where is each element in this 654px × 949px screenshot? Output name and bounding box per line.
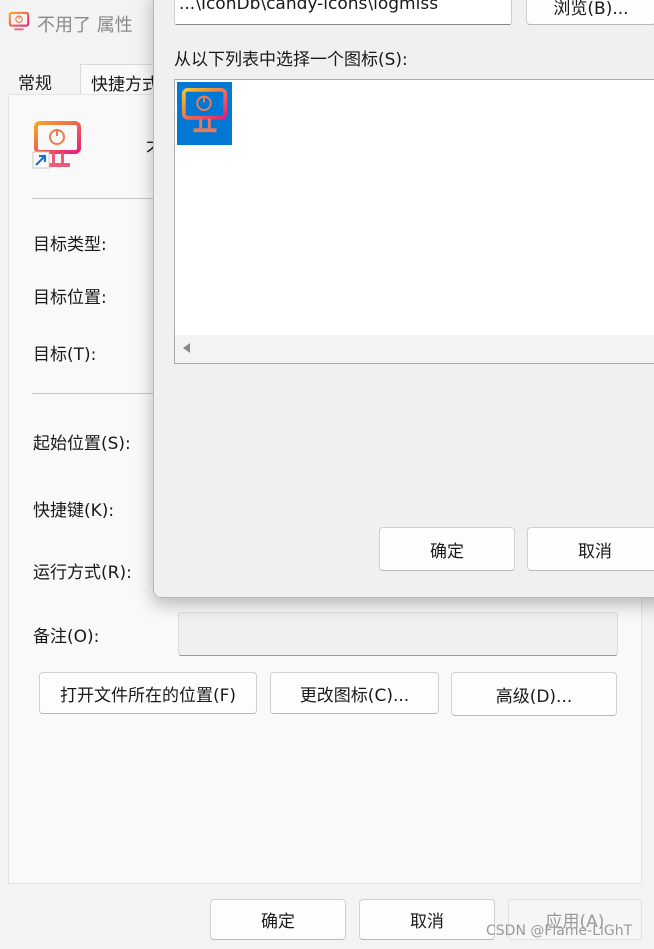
divider (32, 198, 162, 199)
watermark: CSDN @Flame-LiGhT (486, 923, 633, 939)
change-icon-button[interactable]: 更改图标(C)... (270, 672, 439, 714)
icon-list-label: 从以下列表中选择一个图标(S): (174, 50, 408, 70)
icon-path-input[interactable]: ...\IconDb\candy-icons\logmiss (174, 0, 512, 25)
icon-list[interactable] (174, 79, 654, 364)
run-mode-label: 运行方式(R): (33, 563, 132, 583)
dialog-cancel-button[interactable]: 取消 (527, 527, 654, 571)
app-monitor-icon (8, 11, 30, 31)
ok-button[interactable]: 确定 (210, 899, 346, 940)
comment-input[interactable] (178, 612, 618, 656)
target-type-label: 目标类型: (33, 235, 107, 255)
change-icon-dialog: ...\IconDb\candy-icons\logmiss 浏览(B)... … (153, 0, 654, 598)
dialog-ok-button[interactable]: 确定 (379, 527, 515, 571)
cancel-button[interactable]: 取消 (359, 899, 495, 940)
comment-label: 备注(O): (33, 627, 100, 647)
start-in-label: 起始位置(S): (33, 434, 131, 454)
divider (32, 393, 162, 394)
tab-general[interactable]: 常规 (8, 64, 80, 96)
open-file-location-button[interactable]: 打开文件所在的位置(F) (39, 672, 257, 714)
shortcut-key-label: 快捷键(K): (33, 501, 115, 521)
shortcut-monitor-icon (32, 121, 81, 169)
scroll-left-arrow-icon[interactable] (183, 343, 190, 353)
horizontal-scrollbar[interactable] (175, 335, 654, 363)
browse-button[interactable]: 浏览(B)... (526, 0, 654, 25)
window-title: 不用了 属性 (37, 15, 133, 36)
target-location-label: 目标位置: (33, 288, 107, 308)
icon-list-item[interactable] (177, 82, 232, 145)
target-label: 目标(T): (33, 345, 97, 365)
monitor-power-icon (181, 87, 227, 133)
advanced-button[interactable]: 高级(D)... (451, 672, 617, 716)
